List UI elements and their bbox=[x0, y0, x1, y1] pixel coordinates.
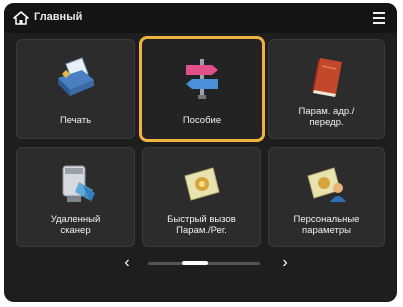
menu-button[interactable] bbox=[369, 9, 389, 27]
page-navigation: ‹ › bbox=[4, 249, 397, 279]
tile-print[interactable]: Печать bbox=[16, 39, 135, 139]
next-page-button[interactable]: › bbox=[275, 253, 295, 273]
tile-quick-menu-label: Быстрый вызов Парам./Рег. bbox=[167, 214, 236, 236]
tile-address-book[interactable]: Парам. адр./передр. bbox=[268, 39, 385, 139]
menu-icon bbox=[373, 12, 385, 14]
header-bar: Главный bbox=[4, 3, 397, 33]
tile-remote-scanner[interactable]: Удаленный сканер bbox=[16, 147, 135, 247]
tile-personal-settings-label: Персональные параметры bbox=[293, 214, 360, 236]
scanner-icon bbox=[62, 165, 95, 202]
tile-address-book-label: Парам. адр./передр. bbox=[298, 106, 355, 128]
address-book-icon bbox=[311, 58, 342, 97]
tile-manual-label: Пособие bbox=[182, 115, 222, 126]
signpost-icon bbox=[186, 59, 218, 99]
home-icon[interactable] bbox=[13, 11, 29, 25]
tile-print-label: Печать bbox=[59, 115, 92, 126]
print-icon bbox=[57, 57, 94, 96]
page-title: Главный bbox=[34, 11, 83, 23]
function-grid: Печать Пособие Парам. адр./передр. Удале… bbox=[16, 36, 385, 247]
tile-personal-settings[interactable]: Персональные параметры bbox=[268, 147, 385, 247]
previous-page-button[interactable]: ‹ bbox=[117, 253, 137, 273]
quick-menu-icon bbox=[183, 167, 220, 201]
home-screen: Главный Печать Пособие Парам. адр./ пере… bbox=[4, 3, 397, 302]
tile-remote-scanner-label: Удаленный сканер bbox=[50, 214, 101, 236]
tile-manual[interactable]: Пособие bbox=[139, 36, 265, 142]
tile-quick-menu[interactable]: Быстрый вызов Парам./Рег. bbox=[142, 147, 261, 247]
personal-settings-icon bbox=[306, 167, 346, 202]
page-indicator-thumb bbox=[182, 261, 208, 265]
